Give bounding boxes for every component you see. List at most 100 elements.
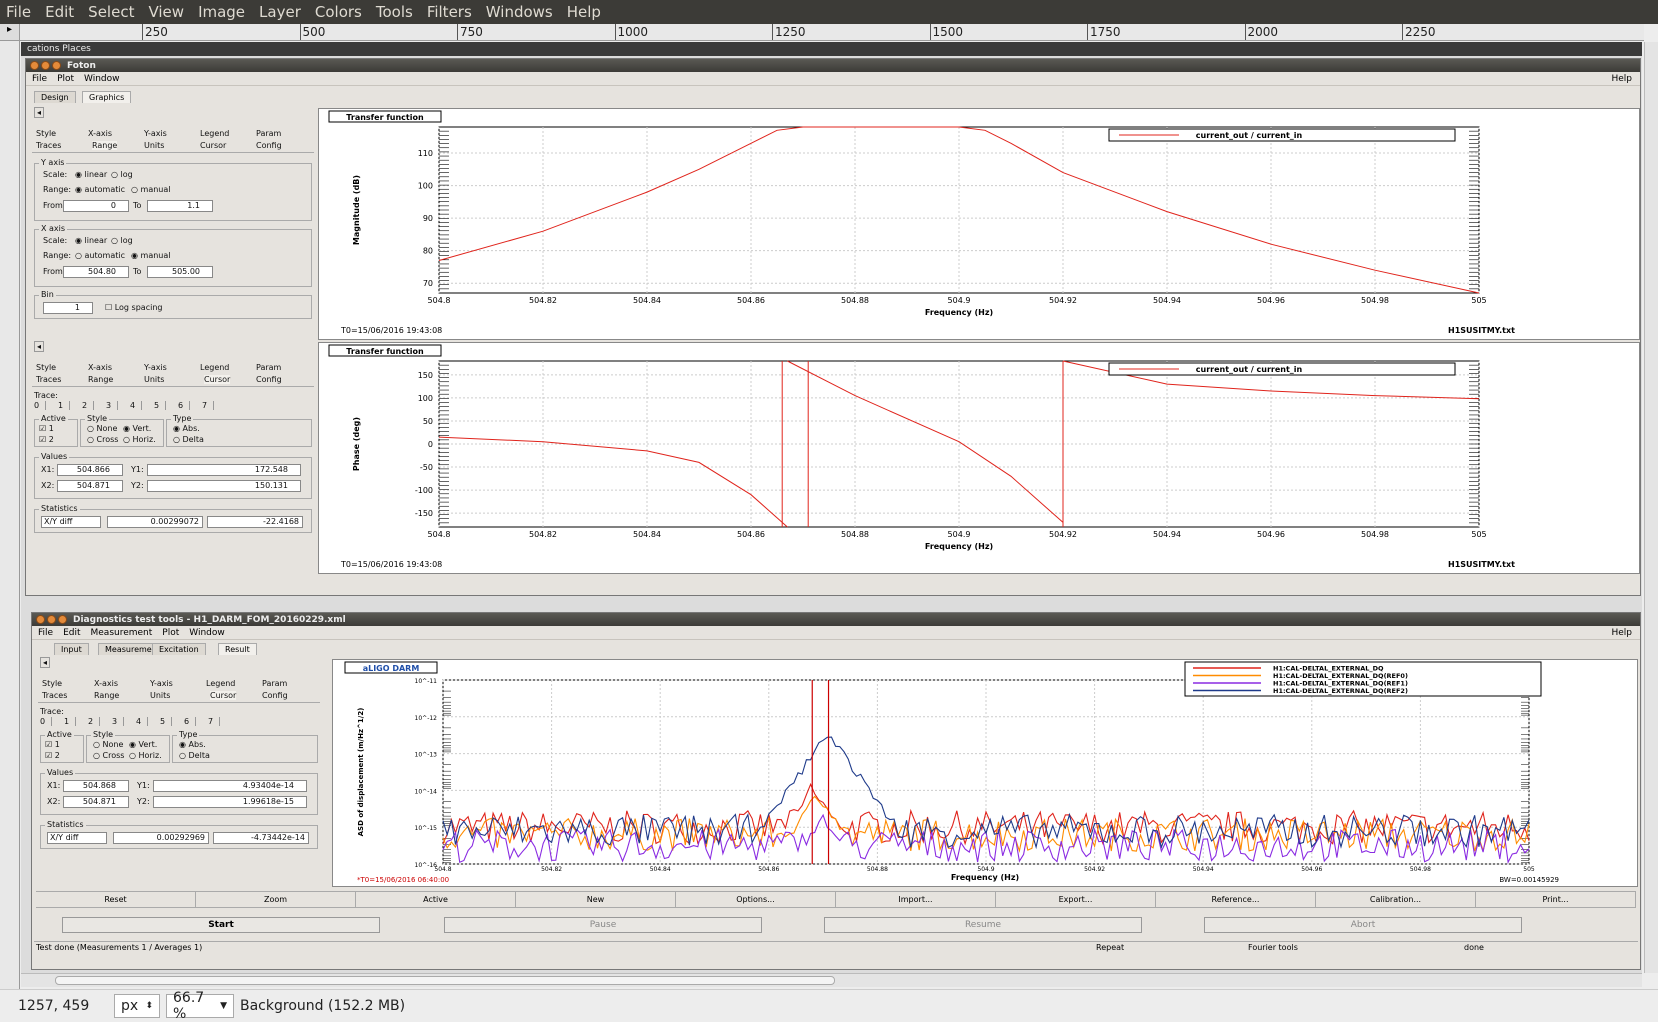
subtab-style[interactable]: Style <box>36 363 56 372</box>
subtab-traces[interactable]: Traces <box>36 375 61 384</box>
subtab-cursor[interactable]: Cursor <box>210 691 237 700</box>
log-spacing-checkbox[interactable]: ☐ Log spacing <box>105 303 162 312</box>
subtab-range[interactable]: Range <box>88 375 113 384</box>
print-button[interactable]: Print... <box>1476 892 1636 907</box>
collapse-arrow-icon[interactable]: ◂ <box>34 107 45 118</box>
subtab-units[interactable]: Units <box>150 691 170 700</box>
trace-tab-1[interactable]: 1 <box>58 401 71 410</box>
trace-tab-0[interactable]: 0 <box>34 401 47 410</box>
gimp-menu-windows[interactable]: Windows <box>486 3 553 21</box>
subtab-cursor[interactable]: Cursor <box>204 375 231 384</box>
scale-linear-radio[interactable]: ◉ linear <box>75 236 107 245</box>
dtt-menu-file[interactable]: File <box>38 628 53 638</box>
trace-tab-6[interactable]: 6 <box>178 401 191 410</box>
y2-input[interactable]: 1.99618e-15 <box>153 796 307 808</box>
trace-tab-6[interactable]: 6 <box>184 717 197 726</box>
style-radio-cross[interactable]: ○ Cross <box>87 435 118 444</box>
import-button[interactable]: Import... <box>836 892 996 907</box>
active-checkbox-2[interactable]: ☑ 2 <box>45 751 60 760</box>
tab-result[interactable]: Result <box>218 643 257 655</box>
style-radio-horiz[interactable]: ○ Horiz. <box>123 435 156 444</box>
reset-button[interactable]: Reset <box>36 892 196 907</box>
gimp-menu-view[interactable]: View <box>148 3 184 21</box>
trace-tab-2[interactable]: 2 <box>82 401 95 410</box>
range-automatic-radio[interactable]: ◉ automatic <box>75 185 125 194</box>
dtt-menu-window[interactable]: Window <box>189 628 225 638</box>
gimp-menu-edit[interactable]: Edit <box>45 3 74 21</box>
bin-input[interactable]: 1 <box>43 302 93 314</box>
ruler-corner-button[interactable]: ▸ <box>0 24 20 41</box>
subtab-param[interactable]: Param <box>256 129 281 138</box>
subtab-units[interactable]: Units <box>144 375 164 384</box>
x1-input[interactable]: 504.866 <box>57 464 123 476</box>
dtt-menu-help[interactable]: Help <box>1611 628 1632 638</box>
close-icon[interactable] <box>30 61 39 70</box>
subtab-traces[interactable]: Traces <box>36 141 61 150</box>
close-icon[interactable] <box>36 615 45 624</box>
trace-tab-2[interactable]: 2 <box>88 717 101 726</box>
subtab-param[interactable]: Param <box>262 679 287 688</box>
scale-linear-radio[interactable]: ◉ linear <box>75 170 107 179</box>
trace-tab-3[interactable]: 3 <box>106 401 119 410</box>
to-input[interactable]: 505.00 <box>147 266 213 278</box>
zoom-select[interactable]: 66.7 % ▼ <box>166 990 234 1022</box>
x1-input[interactable]: 504.868 <box>63 780 129 792</box>
style-radio-none[interactable]: ○ None <box>93 740 123 749</box>
subtab-config[interactable]: Config <box>262 691 288 700</box>
foton-menu-plot[interactable]: Plot <box>57 74 74 84</box>
gimp-menu-file[interactable]: File <box>6 3 31 21</box>
active-checkbox-2[interactable]: ☑ 2 <box>39 435 54 444</box>
subtab-cursor[interactable]: Cursor <box>200 141 226 150</box>
minimize-icon[interactable] <box>47 615 56 624</box>
gimp-menu-image[interactable]: Image <box>198 3 245 21</box>
foton-menu-help[interactable]: Help <box>1611 74 1632 84</box>
resume-button[interactable]: Resume <box>824 917 1142 933</box>
trace-tab-7[interactable]: 7 <box>208 717 221 726</box>
stats-mode-select[interactable]: X/Y diff <box>41 516 101 528</box>
gimp-menu-select[interactable]: Select <box>88 3 134 21</box>
subtab-y-axis[interactable]: Y-axis <box>150 679 173 688</box>
style-radio-cross[interactable]: ○ Cross <box>93 751 124 760</box>
phase-plot[interactable]: Transfer function 504.8 504.82 504.84 504.86… <box>318 342 1640 574</box>
subtab-style[interactable]: Style <box>42 679 62 688</box>
subtab-y-axis[interactable]: Y-axis <box>144 363 167 372</box>
active-button[interactable]: Active <box>356 892 516 907</box>
gimp-menu-tools[interactable]: Tools <box>376 3 413 21</box>
from-input[interactable]: 0 <box>63 200 129 212</box>
style-radio-none[interactable]: ○ None <box>87 424 117 433</box>
trace-tab-5[interactable]: 5 <box>160 717 173 726</box>
tab-design[interactable]: Design <box>34 91 76 103</box>
style-radio-vert[interactable]: ◉ Vert. <box>129 740 157 749</box>
tab-excitation[interactable]: Excitation <box>152 643 206 655</box>
abort-button[interactable]: Abort <box>1204 917 1522 933</box>
trace-tab-4[interactable]: 4 <box>136 717 149 726</box>
zoom-button[interactable]: Zoom <box>196 892 356 907</box>
range-manual-radio[interactable]: ◉ manual <box>131 251 170 260</box>
x2-input[interactable]: 504.871 <box>57 480 123 492</box>
maximize-icon[interactable] <box>52 61 61 70</box>
trace-tab-0[interactable]: 0 <box>40 717 53 726</box>
from-input[interactable]: 504.80 <box>63 266 129 278</box>
subtab-config[interactable]: Config <box>256 375 282 384</box>
subtab-range[interactable]: Range <box>94 691 119 700</box>
y1-input[interactable]: 172.548 <box>147 464 301 476</box>
scale-log-radio[interactable]: ○ log <box>111 236 133 245</box>
gimp-menu-help[interactable]: Help <box>567 3 601 21</box>
subtab-x-axis[interactable]: X-axis <box>94 679 118 688</box>
subtab-legend[interactable]: Legend <box>200 129 229 138</box>
subtab-range[interactable]: Range <box>92 141 118 150</box>
subtab-x-axis[interactable]: X-axis <box>88 129 112 138</box>
y1-input[interactable]: 4.93404e-14 <box>153 780 307 792</box>
subtab-legend[interactable]: Legend <box>200 363 229 372</box>
type-radio-abs[interactable]: ◉ Abs. <box>173 424 200 433</box>
foton-menu-window[interactable]: Window <box>84 74 120 84</box>
reference-button[interactable]: Reference... <box>1156 892 1316 907</box>
trace-tab-4[interactable]: 4 <box>130 401 143 410</box>
start-button[interactable]: Start <box>62 917 380 933</box>
magnitude-plot[interactable]: Transfer function 504.8 504.82 504.84 504.86… <box>318 108 1640 340</box>
tab-input[interactable]: Input <box>54 643 89 655</box>
type-radio-delta[interactable]: ○ Delta <box>179 751 210 760</box>
collapse-arrow-icon[interactable]: ◂ <box>40 657 51 668</box>
subtab-legend[interactable]: Legend <box>206 679 235 688</box>
subtab-x-axis[interactable]: X-axis <box>88 363 112 372</box>
